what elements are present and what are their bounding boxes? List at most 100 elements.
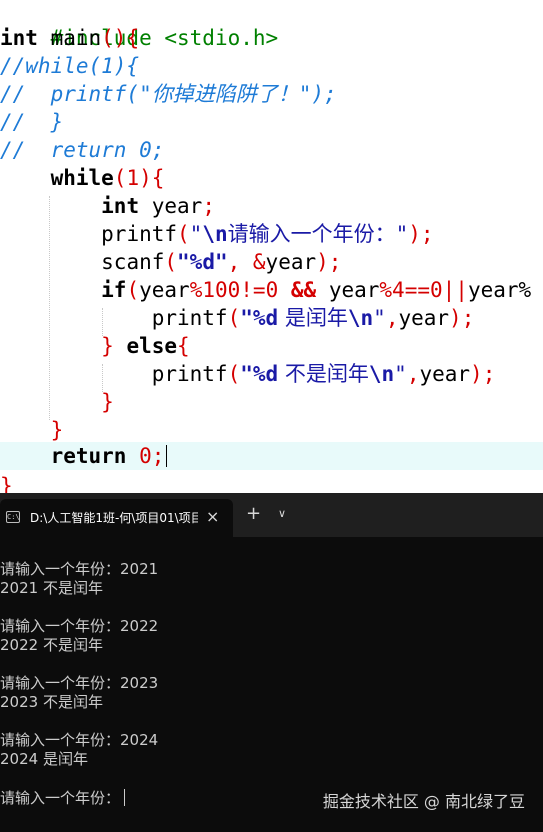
punctuation: }: [50, 418, 64, 442]
close-icon[interactable]: ×: [206, 508, 219, 526]
comment: //while(1){: [0, 54, 140, 78]
punctuation: );: [316, 250, 342, 274]
format-string: "%d": [177, 250, 228, 274]
punctuation: }: [101, 390, 114, 414]
terminal-output-line: 请输入一个年份：2021: [0, 560, 159, 578]
code-line[interactable]: // return 0;: [0, 136, 543, 164]
terminal-cursor: [124, 789, 126, 806]
keyword: else: [113, 334, 178, 358]
code-line[interactable]: printf("%d 不是闰年\n",year);: [0, 360, 543, 388]
function-name: printf: [151, 306, 228, 330]
number-literal: 0: [265, 278, 279, 302]
code-line[interactable]: }: [0, 388, 543, 416]
operator: %: [379, 278, 393, 302]
number-literal: 0: [430, 278, 443, 302]
format-string: "%d: [240, 306, 279, 330]
punctuation: (: [227, 362, 241, 386]
identifier: year: [328, 278, 380, 302]
keyword: return: [50, 444, 127, 468]
string-chinese-text: 不是闰年: [278, 362, 369, 386]
punctuation: (: [227, 306, 241, 330]
number-literal: 0: [126, 444, 152, 468]
code-line-current[interactable]: return 0;: [0, 442, 543, 470]
comment-chinese-text: 你掉进陷阱了！: [151, 82, 299, 106]
punctuation: (: [126, 278, 140, 302]
string-chinese-text: 是闰年: [278, 306, 348, 330]
code-line[interactable]: int main(){: [0, 24, 543, 52]
punctuation: ,: [406, 362, 420, 386]
code-line[interactable]: int year;: [0, 192, 543, 220]
punctuation: );: [408, 222, 434, 246]
terminal-window[interactable]: C:\ D:\人工智能1班-何\项目01\项目 × + ∨ 请输入一个年份：20…: [0, 493, 543, 832]
punctuation: );: [470, 362, 496, 386]
terminal-icon: C:\: [6, 511, 20, 523]
plus-icon[interactable]: +: [246, 505, 261, 523]
watermark: 掘金技术社区 @ 南北绿了豆: [322, 792, 525, 811]
code-line[interactable]: #include <stdio.h>: [0, 0, 543, 50]
code-line[interactable]: //while(1){: [0, 52, 543, 80]
punctuation: ;: [151, 444, 165, 468]
code-line[interactable]: // printf("你掉进陷阱了！");: [0, 80, 543, 108]
punctuation: (: [113, 166, 127, 190]
string-literal: ": [189, 222, 203, 246]
punctuation: ){: [139, 166, 165, 190]
identifier: year: [419, 362, 471, 386]
terminal-prompt-line[interactable]: 请输入一个年份：: [0, 789, 126, 808]
keyword: if: [101, 278, 127, 302]
keyword: int: [0, 26, 38, 50]
code-line[interactable]: }: [0, 472, 543, 493]
function-name: printf: [151, 362, 228, 386]
code-editor[interactable]: #include <stdio.h> int main(){ //while(1…: [0, 0, 543, 493]
operator: &&: [278, 278, 329, 302]
comment: // }: [0, 110, 64, 134]
code-line[interactable]: while(1){: [0, 164, 543, 192]
punctuation: (: [164, 250, 178, 274]
code-line[interactable]: scanf("%d", &year);: [0, 248, 543, 276]
terminal-output-line: 请输入一个年份：2022: [0, 617, 159, 635]
terminal-tab-bar: C:\ D:\人工智能1班-何\项目01\项目 × + ∨: [0, 493, 543, 537]
code-line[interactable]: }: [0, 416, 543, 444]
terminal-output-line: 2021 不是闰年: [0, 579, 103, 597]
escape-sequence: \n: [368, 362, 395, 386]
code-line[interactable]: // }: [0, 108, 543, 136]
punctuation: ;: [202, 194, 215, 218]
punctuation: );: [449, 306, 475, 330]
chevron-down-icon[interactable]: ∨: [278, 506, 286, 522]
number-literal: 4: [392, 278, 405, 302]
function-name: scanf: [101, 250, 165, 274]
number-literal: 1: [126, 166, 140, 190]
text-caret: [166, 445, 168, 467]
comment: // printf(": [0, 82, 152, 106]
punctuation: , &: [227, 250, 266, 274]
escape-sequence: \n: [202, 222, 228, 246]
comment: ");: [298, 82, 337, 106]
escape-sequence: \n: [347, 306, 374, 330]
string-chinese-text: 请输入一个年份：: [227, 222, 396, 246]
string-literal: ": [373, 306, 386, 330]
format-string: "%d: [240, 362, 279, 386]
identifier: year: [265, 250, 317, 274]
comment: // return 0;: [0, 138, 165, 162]
terminal-output-line: 2023 不是闰年: [0, 693, 103, 711]
terminal-output-line: 2024 是闰年: [0, 750, 88, 768]
identifier: year: [139, 194, 203, 218]
terminal-output-line: 请输入一个年份：2024: [0, 731, 159, 749]
code-line[interactable]: printf("%d 是闰年\n",year);: [0, 304, 543, 332]
punctuation: ,: [385, 306, 399, 330]
punctuation: (){: [101, 26, 140, 50]
operator: ||: [442, 278, 468, 302]
terminal-tab[interactable]: C:\ D:\人工智能1班-何\项目01\项目 ×: [0, 499, 233, 537]
punctuation: {: [177, 334, 190, 358]
code-line[interactable]: printf("\n请输入一个年份：");: [0, 220, 543, 248]
string-literal: ": [395, 222, 409, 246]
tab-title: D:\人工智能1班-何\项目01\项目: [30, 511, 198, 525]
prompt-text: 请输入一个年份：: [0, 789, 121, 807]
string-literal: ": [394, 362, 407, 386]
operator: %: [189, 278, 203, 302]
identifier: year%: [467, 278, 532, 302]
code-line[interactable]: } else{: [0, 332, 543, 360]
code-line[interactable]: if(year%100!=0 && year%4==0||year%: [0, 276, 543, 304]
punctuation: }: [101, 334, 114, 358]
terminal-output-line: 请输入一个年份：2023: [0, 674, 159, 692]
number-literal: 100: [202, 278, 241, 302]
